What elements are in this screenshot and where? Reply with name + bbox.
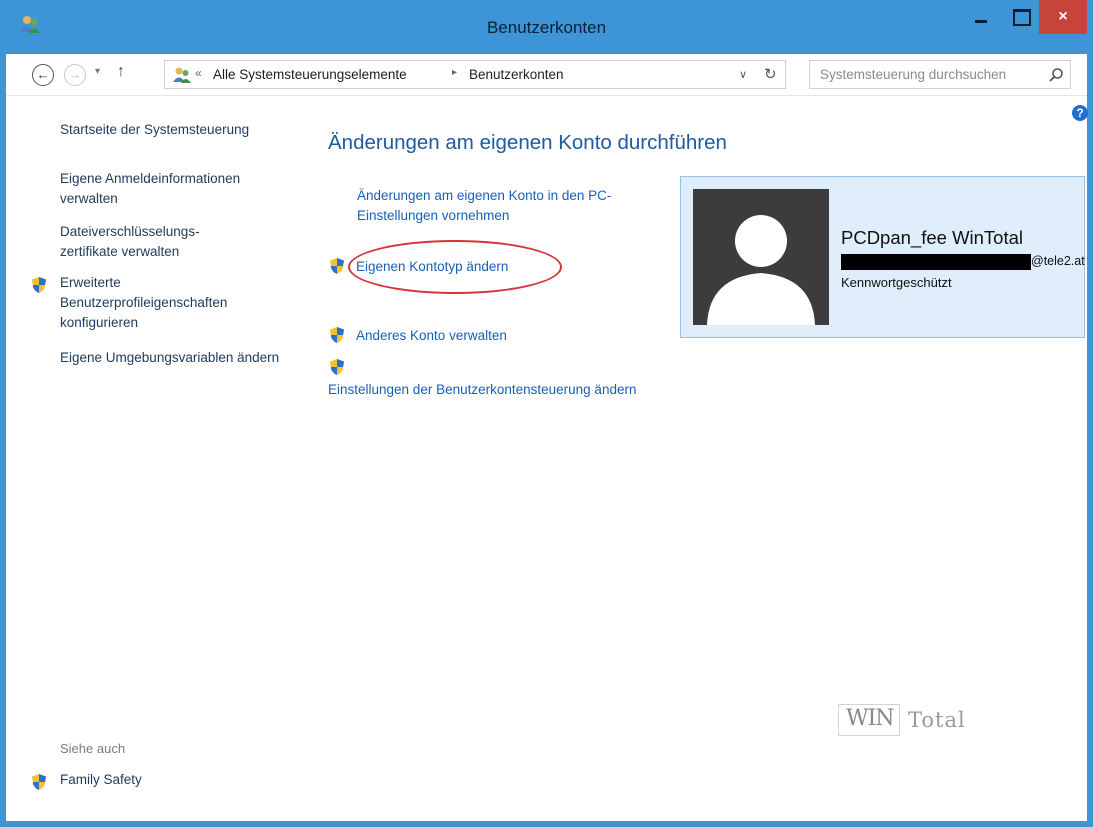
sidebar-link-credentials[interactable]: Eigene Anmeldeinformationen verwalten <box>60 169 290 209</box>
account-card: PCDpan_fee WinTotal @tele2.at Kennwortge… <box>680 176 1085 338</box>
window-title: Benutzerkonten <box>486 18 607 37</box>
uac-shield-icon <box>32 277 46 293</box>
breadcrumb-separator-icon[interactable]: ▸ <box>452 67 457 78</box>
watermark-total: Total <box>908 708 966 732</box>
help-icon[interactable]: ? <box>1072 105 1088 121</box>
title-bar[interactable]: Benutzerkonten × <box>0 0 1093 54</box>
search-icon[interactable] <box>1048 67 1064 83</box>
sidebar-link-advanced-profile-properties[interactable]: Erweiterte Benutzerprofileigenschaften k… <box>60 273 280 333</box>
user-silhouette-icon <box>707 215 815 325</box>
address-bar[interactable]: « Alle Systemsteuerungselemente ▸ Benutz… <box>164 60 786 89</box>
uac-shield-icon <box>330 327 344 343</box>
uac-settings-link[interactable]: Einstellungen der Benutzerkontensteuerun… <box>328 380 658 400</box>
family-safety-link[interactable]: Family Safety <box>60 772 142 787</box>
see-also-heading: Siehe auch <box>60 741 126 756</box>
search-placeholder: Systemsteuerung durchsuchen <box>820 67 1007 82</box>
account-status: Kennwortgeschützt <box>841 275 952 290</box>
highlight-circle <box>348 240 562 294</box>
wintotal-watermark: WIN Total <box>838 702 998 738</box>
sidebar-link-control-panel-home[interactable]: Startseite der Systemsteuerung <box>60 120 290 140</box>
refresh-icon[interactable]: ↻ <box>764 65 777 83</box>
up-button[interactable]: ↑ <box>117 63 125 81</box>
back-button[interactable]: ← <box>32 64 54 86</box>
account-name: PCDpan_fee WinTotal <box>841 227 1024 248</box>
navigation-bar: ← → ▾ ↑ « Alle Systemsteuerungselemente … <box>6 54 1087 96</box>
search-input[interactable]: Systemsteuerung durchsuchen <box>809 60 1071 89</box>
close-button[interactable]: × <box>1039 0 1087 34</box>
watermark-win: WIN <box>846 706 895 731</box>
forward-button[interactable]: → <box>64 64 86 86</box>
address-history-dropdown[interactable]: ∨ <box>739 68 747 81</box>
maximize-button[interactable] <box>1005 0 1035 34</box>
sidebar-link-environment-variables[interactable]: Eigene Umgebungsvariablen ändern <box>60 348 295 368</box>
breadcrumb-user-accounts[interactable]: Benutzerkonten <box>469 67 564 82</box>
control-panel-users-icon <box>173 67 191 83</box>
breadcrumb-all-items[interactable]: Alle Systemsteuerungselemente <box>213 67 407 82</box>
email-redaction <box>841 254 1031 270</box>
page-title: Änderungen am eigenen Konto durchführen <box>328 131 727 154</box>
manage-other-account-link[interactable]: Anderes Konto verwalten <box>356 326 507 346</box>
uac-shield-icon <box>32 774 46 790</box>
avatar <box>693 189 829 325</box>
breadcrumb-overflow-icon[interactable]: « <box>195 66 202 80</box>
sidebar-link-encryption-certificates[interactable]: Dateiverschlüsselungs-zertifikate verwal… <box>60 222 235 262</box>
uac-shield-icon <box>330 359 344 375</box>
account-email-suffix: @tele2.at <box>1031 254 1085 268</box>
minimize-button[interactable] <box>965 0 995 34</box>
recent-locations-dropdown[interactable]: ▾ <box>95 66 100 77</box>
control-panel-window: Benutzerkonten × ← → ▾ ↑ « Alle Systemst… <box>0 0 1093 827</box>
pc-settings-link[interactable]: Änderungen am eigenen Konto in den PC-Ei… <box>357 186 657 226</box>
uac-shield-icon <box>330 258 344 274</box>
